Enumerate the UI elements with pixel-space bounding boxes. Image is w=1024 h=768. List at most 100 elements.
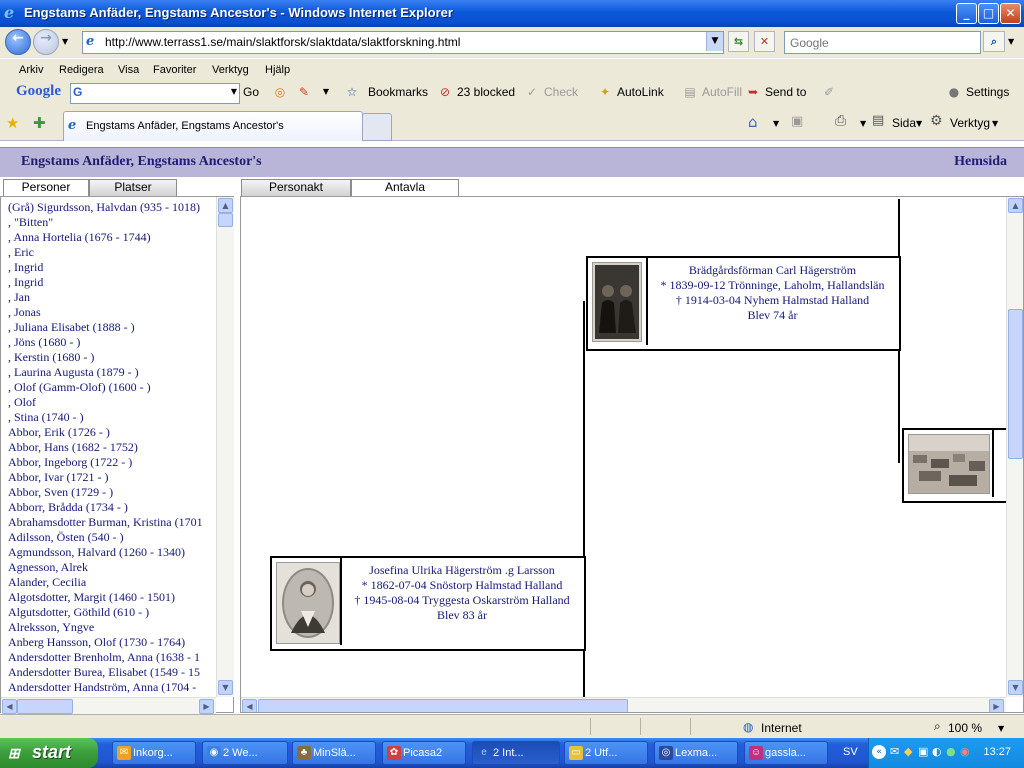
home-link[interactable]: Hemsida — [954, 154, 1007, 170]
tray-expand-icon[interactable]: « — [872, 745, 886, 759]
menu-visa[interactable]: Visa — [118, 64, 139, 76]
task-web[interactable]: ◉ 2 We... — [202, 741, 288, 765]
person-list-item[interactable]: Agmundsson, Halvard (1260 - 1340) — [8, 545, 218, 560]
person-list-item[interactable]: , Jonas — [8, 305, 218, 320]
check-button[interactable]: Check — [544, 85, 578, 99]
stop-button[interactable]: ✕ — [754, 31, 775, 52]
chart-vscroll-thumb[interactable] — [1008, 309, 1023, 459]
person-box-father[interactable]: Brädgårdsförman Carl Hägerström * 1839-0… — [586, 256, 901, 351]
person-list-item[interactable]: Alander, Cecilia — [8, 575, 218, 590]
person-list-item[interactable]: (Grå) Sigurdsson, Halvdan (935 - 1018) — [8, 200, 218, 215]
person-list-item[interactable]: , Olof — [8, 395, 218, 410]
tab-personer[interactable]: Personer — [3, 179, 89, 196]
autolink-button[interactable]: AutoLink — [617, 85, 664, 99]
close-button[interactable]: ✕ — [1000, 3, 1021, 24]
google-dropdown-icon[interactable]: ▼ — [231, 87, 237, 96]
tray-mail-icon[interactable]: ✉ — [890, 745, 899, 758]
chart-scroll-right-icon[interactable]: ▶ — [989, 699, 1004, 712]
new-tab-button[interactable] — [362, 113, 392, 141]
sendto-button[interactable]: Send to — [765, 85, 806, 99]
tab-personakt[interactable]: Personakt — [241, 179, 351, 196]
chart-scroll-left-icon[interactable]: ◀ — [242, 699, 257, 712]
person-list-item[interactable]: Alreksson, Yngve — [8, 620, 218, 635]
person-list-item[interactable]: Andersdotter Handström, Anna (1704 - — [8, 680, 218, 694]
history-dropdown-icon[interactable]: ▼ — [62, 37, 68, 46]
menu-favoriter[interactable]: Favoriter — [153, 64, 196, 76]
person-list-item[interactable]: , Jan — [8, 290, 218, 305]
mother-photo[interactable] — [276, 562, 340, 644]
father-name[interactable]: Brädgårdsförman Carl Hägerström — [650, 263, 895, 278]
highlight-icon[interactable]: ✎ — [296, 84, 312, 100]
add-favorites-icon[interactable]: ✚ — [33, 114, 46, 132]
zoom-level[interactable]: 100 % — [948, 721, 982, 735]
popup-blocked-count[interactable]: 23 blocked — [457, 85, 515, 99]
person-list-item[interactable]: Abbor, Ingeborg (1722 - ) — [8, 455, 218, 470]
tray-app-icon[interactable]: ◉ — [960, 745, 970, 758]
start-button[interactable]: ⊞ start — [0, 738, 98, 768]
search-options-icon[interactable]: ▼ — [1008, 37, 1014, 46]
person-list-item[interactable]: , Jöns (1680 - ) — [8, 335, 218, 350]
menu-arkiv[interactable]: Arkiv — [19, 64, 43, 76]
person-list-item[interactable]: , Ingrid — [8, 260, 218, 275]
tools-menu[interactable]: Verktyg — [950, 116, 990, 130]
forward-button[interactable]: → — [33, 29, 59, 55]
person-list-item[interactable]: Abbor, Hans (1682 - 1752) — [8, 440, 218, 455]
bookmarks-button[interactable]: Bookmarks — [368, 85, 428, 99]
chart-scroll-up-icon[interactable]: ▲ — [1008, 198, 1023, 213]
google-go-button[interactable]: Go — [243, 85, 259, 99]
search-input[interactable] — [788, 33, 972, 52]
person-list-item[interactable]: , Ingrid — [8, 275, 218, 290]
clock[interactable]: 13:27 — [983, 746, 1011, 758]
person-list-item[interactable]: , Anna Hortelia (1676 - 1744) — [8, 230, 218, 245]
person-list-item[interactable]: , Eric — [8, 245, 218, 260]
print-dropdown-icon[interactable]: ▼ — [860, 119, 866, 128]
father-photo[interactable] — [592, 262, 642, 342]
person-list-item[interactable]: , Kerstin (1680 - ) — [8, 350, 218, 365]
person-list-item[interactable]: Andersdotter Brenholm, Anna (1638 - 1 — [8, 650, 218, 665]
tools-dropdown-icon[interactable]: ▼ — [992, 119, 998, 128]
maximize-button[interactable]: □ — [978, 3, 999, 24]
print-icon[interactable]: ⎙ — [835, 113, 846, 129]
chart-hscroll-thumb[interactable] — [258, 699, 628, 712]
landscape-photo[interactable] — [908, 434, 990, 494]
person-list-item[interactable]: Abbor, Sven (1729 - ) — [8, 485, 218, 500]
person-list-item[interactable]: Andersdotter Burea, Elisabet (1549 - 15 — [8, 665, 218, 680]
person-box-partial[interactable] — [902, 428, 1016, 503]
mother-name[interactable]: Josefina Ulrika Hägerström .g Larsson — [344, 563, 580, 578]
home-dropdown-icon[interactable]: ▼ — [773, 119, 779, 128]
address-bar[interactable]: e http://www.terrass1.se/main/slaktforsk… — [82, 31, 724, 54]
scroll-right-arrow-icon[interactable]: ▶ — [199, 699, 214, 714]
scroll-down-arrow-icon[interactable]: ▼ — [218, 680, 233, 695]
chart-vscrollbar[interactable]: ▲ ▼ — [1006, 197, 1023, 697]
person-list-item[interactable]: , Stina (1740 - ) — [8, 410, 218, 425]
tray-security-icon[interactable]: ● — [946, 745, 956, 758]
task-folders[interactable]: ▭ 2 Utf... — [564, 741, 648, 765]
tray-messenger-icon[interactable]: ◆ — [904, 745, 912, 758]
home-icon[interactable]: ⌂ — [748, 113, 758, 131]
tray-volume-icon[interactable]: ◐ — [932, 745, 942, 758]
back-button[interactable]: ← — [5, 29, 31, 55]
tab-antavla[interactable]: Antavla — [351, 179, 459, 196]
person-list-scroll-thumb[interactable] — [218, 213, 233, 227]
language-indicator[interactable]: SV — [843, 746, 858, 758]
chart-scroll-down-icon[interactable]: ▼ — [1008, 680, 1023, 695]
settings-button[interactable]: Settings — [966, 85, 1009, 99]
pencil-icon[interactable]: ✐ — [821, 84, 837, 100]
page-menu-dropdown-icon[interactable]: ▼ — [916, 119, 922, 128]
task-picasa[interactable]: ✿ Picasa2 — [382, 741, 466, 765]
tab-platser[interactable]: Platser — [89, 179, 177, 196]
scroll-up-arrow-icon[interactable]: ▲ — [218, 198, 233, 213]
zoom-dropdown-icon[interactable]: ▼ — [998, 724, 1004, 733]
security-zone[interactable]: Internet — [761, 721, 802, 735]
tab-active[interactable]: e Engstams Anfäder, Engstams Ancestor's — [63, 111, 363, 141]
tray-network-icon[interactable]: ▣ — [918, 745, 928, 758]
menu-redigera[interactable]: Redigera — [59, 64, 104, 76]
person-list-item[interactable]: Abbor, Erik (1726 - ) — [8, 425, 218, 440]
person-list-item[interactable]: Agnesson, Alrek — [8, 560, 218, 575]
url-text[interactable]: http://www.terrass1.se/main/slaktforsk/s… — [105, 35, 460, 49]
task-gasslan[interactable]: ☺ gassla... — [744, 741, 828, 765]
person-list-hscrollbar[interactable]: ◀ ▶ — [1, 697, 216, 715]
google-search-field[interactable]: G ▼ — [70, 83, 240, 104]
person-list-item[interactable]: , "Bitten" — [8, 215, 218, 230]
person-list-vscrollbar[interactable]: ▲ ▼ — [216, 197, 234, 697]
